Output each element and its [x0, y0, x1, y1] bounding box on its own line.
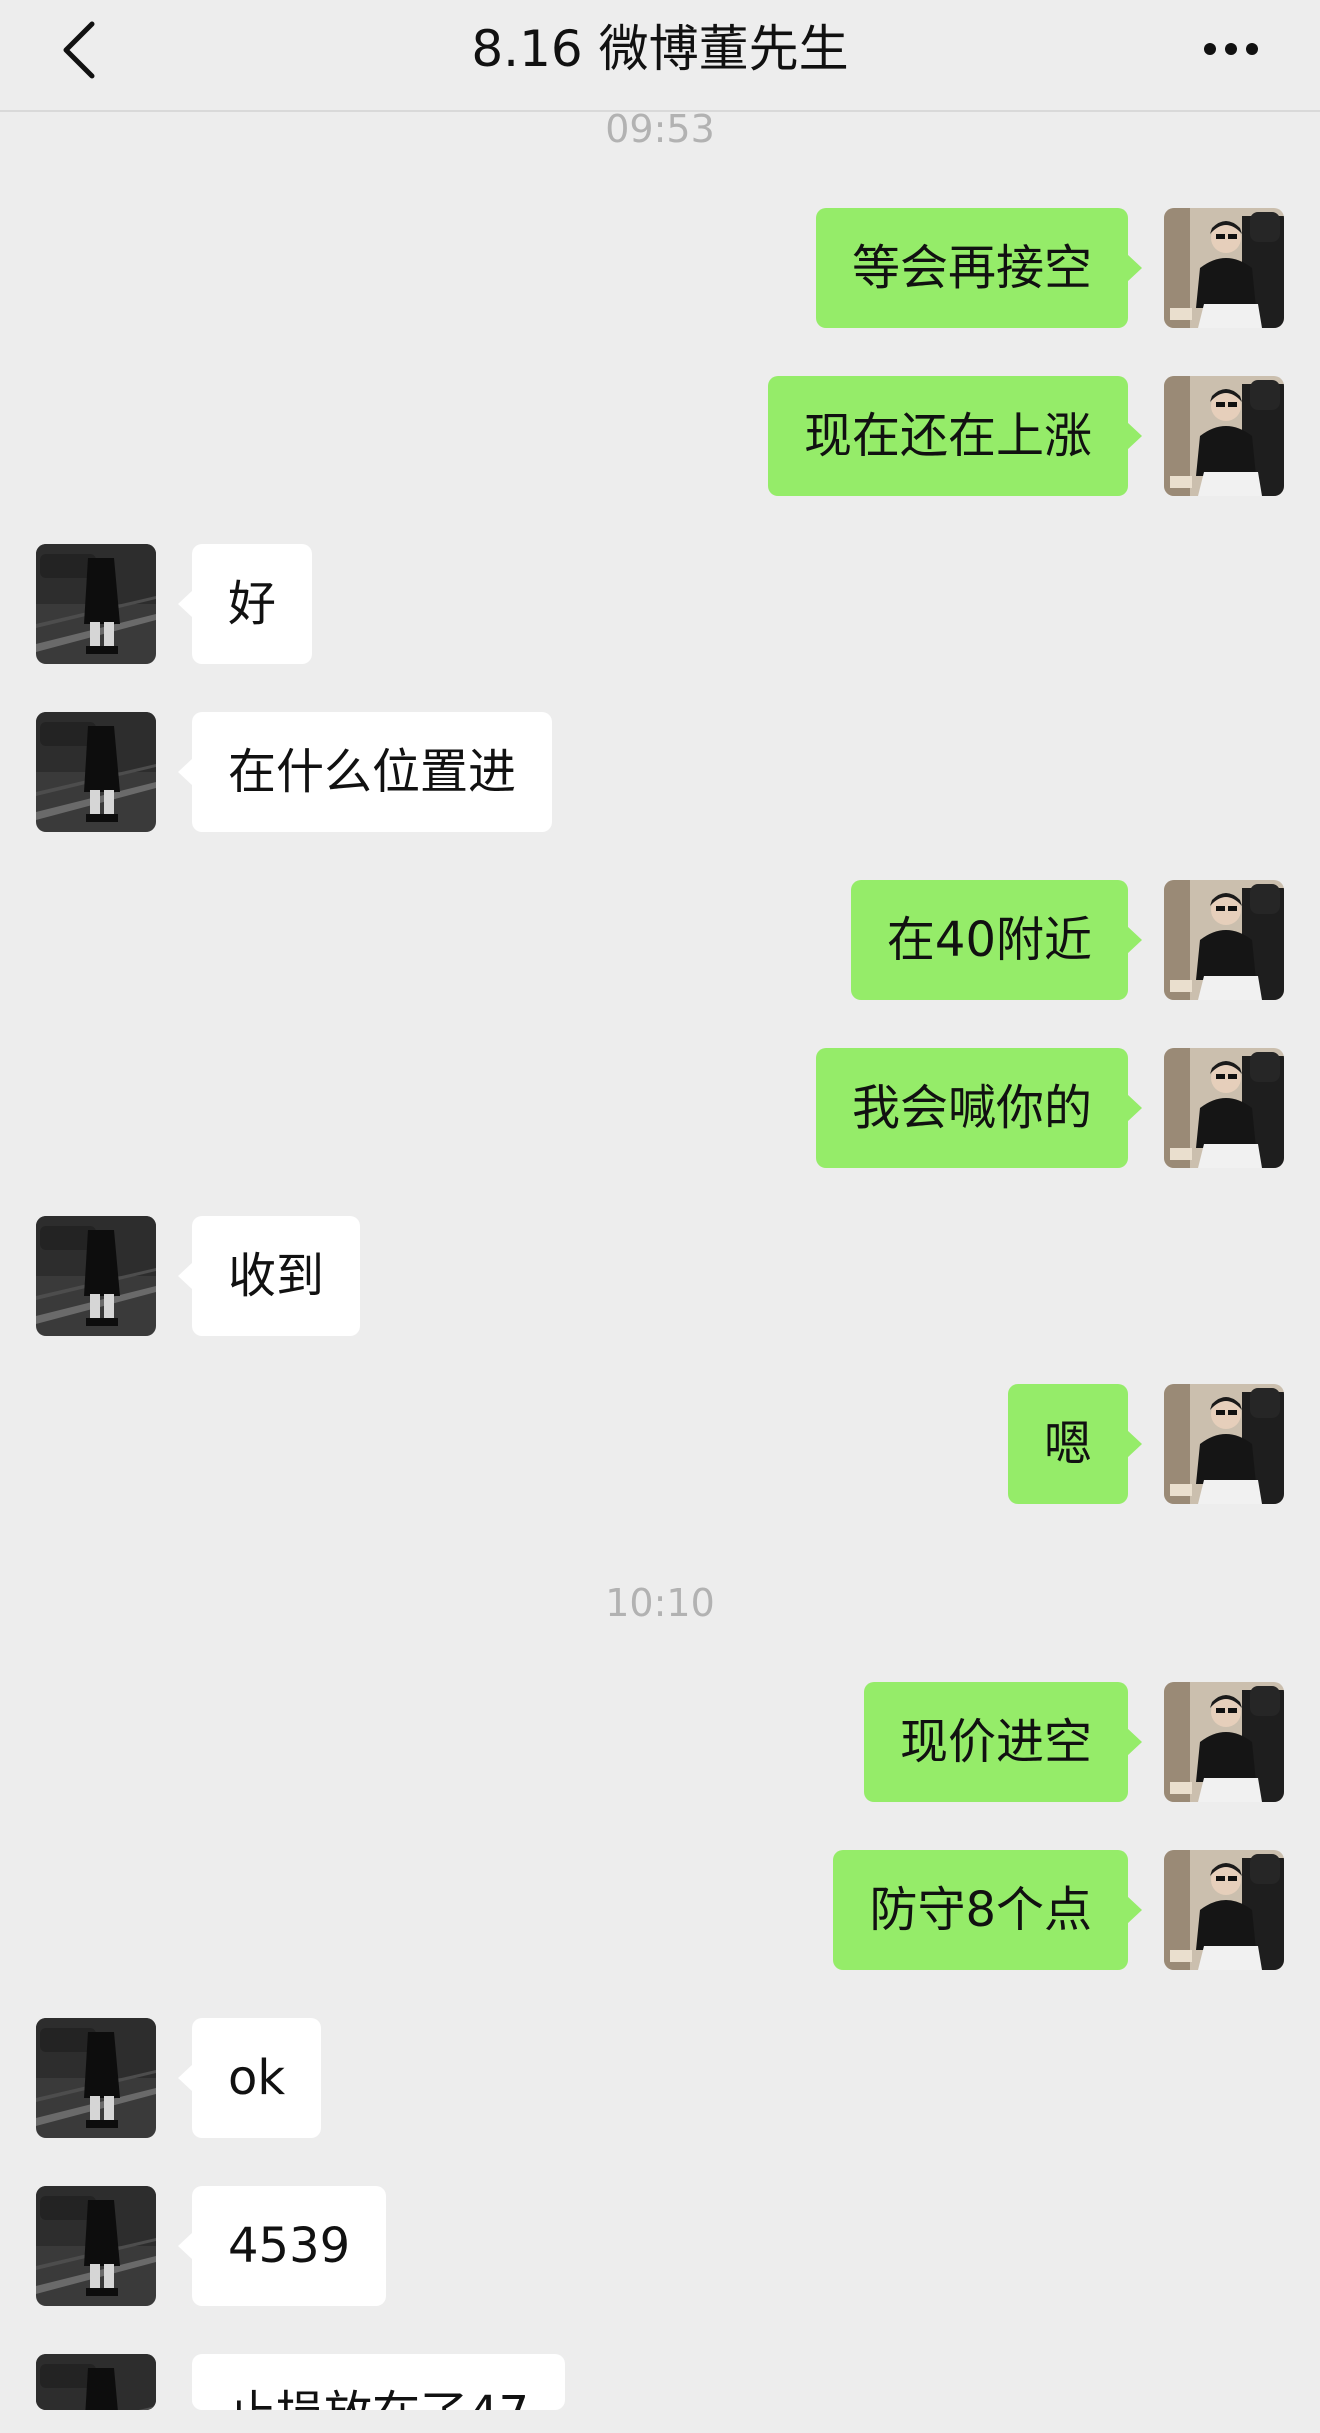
- back-button[interactable]: [52, 18, 112, 82]
- message-row: 防守8个点: [0, 1850, 1320, 1970]
- chevron-left-icon: [63, 21, 95, 79]
- contact-avatar[interactable]: [36, 1216, 156, 1336]
- message-row: 在40附近: [0, 880, 1320, 1000]
- self-avatar[interactable]: [1164, 1384, 1284, 1504]
- timestamp: 10:10: [605, 1581, 715, 1625]
- self-avatar[interactable]: [1164, 208, 1284, 328]
- message-row: 收到: [0, 1216, 1320, 1336]
- timestamp: 09:53: [605, 107, 715, 151]
- chat-title: 8.16 微博董先生: [471, 20, 849, 78]
- contact-avatar[interactable]: [36, 544, 156, 664]
- message-row: 止损放在了47: [0, 2354, 1320, 2410]
- message-row: 现价进空: [0, 1682, 1320, 1802]
- message-bubble[interactable]: 我会喊你的: [815, 1048, 1143, 1168]
- message-bubble[interactable]: 在什么位置进: [177, 712, 553, 832]
- message-bubble[interactable]: 收到: [177, 1216, 361, 1336]
- contact-avatar[interactable]: [36, 2186, 156, 2306]
- message-row: 我会喊你的: [0, 1048, 1320, 1168]
- message-row: 现在还在上涨: [0, 376, 1320, 496]
- contact-avatar[interactable]: [36, 2018, 156, 2138]
- message-bubble[interactable]: 嗯: [1007, 1384, 1143, 1504]
- message-bubble[interactable]: 等会再接空: [815, 208, 1143, 328]
- message-row: 等会再接空: [0, 208, 1320, 328]
- message-bubble[interactable]: 现在还在上涨: [767, 376, 1143, 496]
- message-row: 嗯: [0, 1384, 1320, 1504]
- contact-avatar[interactable]: [36, 2354, 156, 2410]
- message-row: ok: [0, 2018, 1320, 2138]
- bottom-edge: [0, 2413, 1320, 2433]
- self-avatar[interactable]: [1164, 1682, 1284, 1802]
- message-row: 好: [0, 544, 1320, 664]
- message-bubble[interactable]: 好: [177, 544, 313, 664]
- message-bubble[interactable]: 防守8个点: [833, 1850, 1142, 1970]
- message-row: 4539: [0, 2186, 1320, 2306]
- self-avatar[interactable]: [1164, 1048, 1284, 1168]
- message-bubble[interactable]: 止损放在了47: [192, 2354, 566, 2410]
- contact-avatar[interactable]: [36, 712, 156, 832]
- more-dots-icon: [1204, 43, 1258, 55]
- message-bubble[interactable]: ok: [177, 2018, 322, 2138]
- message-row: 在什么位置进: [0, 712, 1320, 832]
- message-bubble[interactable]: 在40附近: [850, 880, 1143, 1000]
- more-button[interactable]: [1196, 24, 1266, 74]
- message-bubble[interactable]: 现价进空: [863, 1682, 1143, 1802]
- self-avatar[interactable]: [1164, 1850, 1284, 1970]
- chat-header: 8.16 微博董先生: [0, 0, 1320, 112]
- message-bubble[interactable]: 4539: [177, 2186, 387, 2306]
- self-avatar[interactable]: [1164, 376, 1284, 496]
- self-avatar[interactable]: [1164, 880, 1284, 1000]
